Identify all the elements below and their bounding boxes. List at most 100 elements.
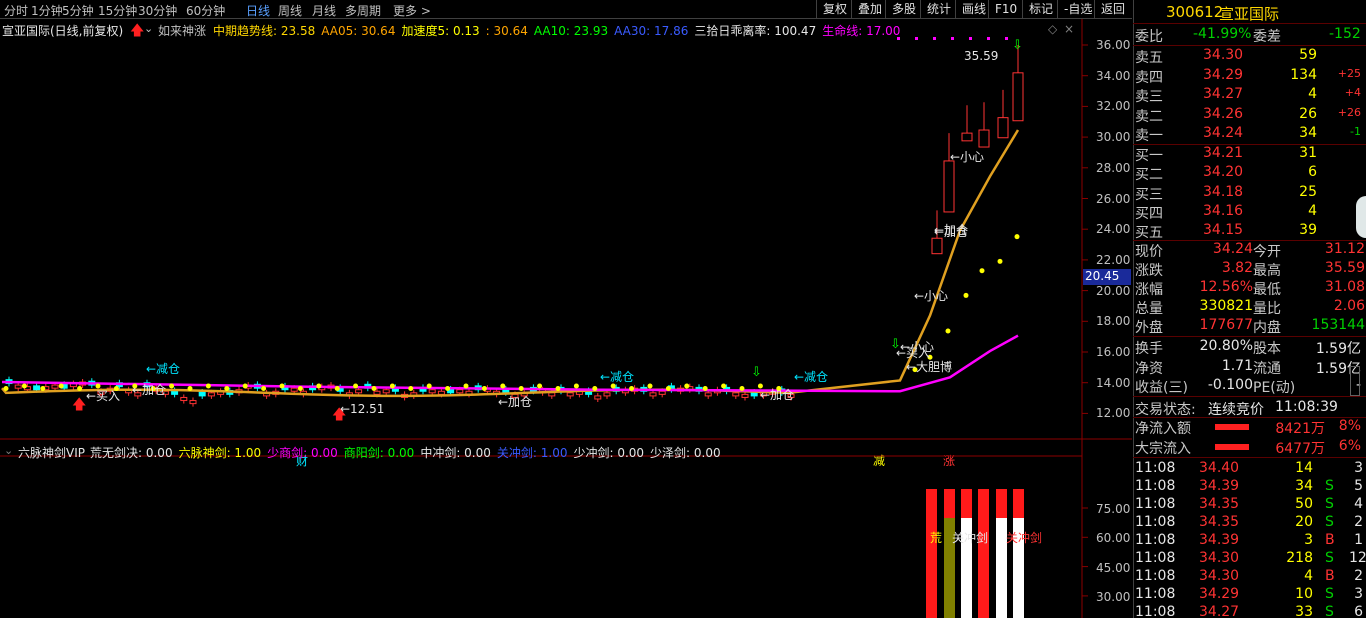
- indicator-value: 中期趋势线: 23.58: [213, 24, 316, 38]
- stat-row: 总量 330821 量比 2.06: [1135, 298, 1365, 317]
- period-6[interactable]: 日线: [246, 2, 270, 19]
- indicator2-value: 少商剑: 0.00: [267, 446, 338, 460]
- period-3[interactable]: 15分钟: [98, 2, 137, 19]
- side-scrollbar[interactable]: [1350, 366, 1360, 396]
- stat-value: 2.06: [1333, 298, 1365, 314]
- low-price-label: ←12.51: [340, 402, 384, 416]
- diamond-icon[interactable]: ◇: [1048, 22, 1057, 36]
- stat-label: 最高: [1253, 263, 1281, 279]
- side-scroll-handle[interactable]: [1356, 196, 1366, 238]
- chevron-down-icon[interactable]: ⌄: [144, 22, 153, 35]
- signal-dot: [187, 385, 193, 391]
- toolbar-button-5[interactable]: F10: [988, 0, 1023, 19]
- toolbar-button-2[interactable]: 多股: [885, 0, 922, 19]
- tick-time: 11:08: [1135, 514, 1176, 530]
- flow-pct: 6%: [1338, 437, 1361, 454]
- tick-price: 34.39: [1199, 532, 1240, 548]
- toolbar-button-4[interactable]: 画线: [955, 0, 992, 19]
- signal-dot: [3, 385, 9, 391]
- stat-label: 现价: [1135, 244, 1163, 260]
- period-7[interactable]: 周线: [278, 2, 302, 19]
- candle: [456, 389, 464, 394]
- tick-side: B: [1325, 532, 1335, 548]
- signal-dot: [297, 385, 303, 391]
- period-8[interactable]: 月线: [312, 2, 336, 19]
- stat-label: 外盘: [1135, 320, 1163, 336]
- bid-vol: 39: [1299, 222, 1317, 239]
- tick-row: 11:08 34.29 10 S 3: [1135, 586, 1365, 604]
- signal-dot: [21, 383, 27, 389]
- price-tick: 32.00: [1096, 99, 1131, 114]
- bid-price: 34.20: [1203, 164, 1244, 181]
- period-1[interactable]: 1分钟: [31, 2, 63, 19]
- bid-label: 买四: [1135, 205, 1163, 222]
- signal-dot: [739, 385, 745, 391]
- ask-row: 卖三 34.27 4 +4: [1135, 86, 1365, 105]
- flow-label: 大宗流入: [1135, 440, 1191, 457]
- ask-label: 卖三: [1135, 89, 1163, 105]
- stat-label: 最低: [1253, 282, 1281, 298]
- stat-value: 35.59: [1324, 260, 1365, 276]
- stat-row: 外盘 177677 内盘 153144: [1135, 317, 1365, 336]
- ask-label: 卖一: [1135, 128, 1163, 144]
- signal-dot: [945, 328, 951, 334]
- toolbar-button-0[interactable]: 复权: [816, 0, 853, 19]
- period-2[interactable]: 5分钟: [62, 2, 94, 19]
- ask-change: -1: [1350, 125, 1361, 138]
- ask-price: 34.24: [1203, 125, 1244, 141]
- price-tick: 28.00: [1096, 160, 1131, 175]
- candle: [180, 396, 188, 402]
- candle: [33, 385, 41, 391]
- indicator2-value: 六脉神剑: 1.00: [178, 446, 262, 460]
- period-10[interactable]: 更多 >: [393, 2, 431, 19]
- tick-time: 11:08: [1135, 604, 1176, 618]
- toolbar-button-3[interactable]: 统计: [920, 0, 957, 19]
- candle: [649, 392, 657, 397]
- ask-change: +4: [1344, 86, 1361, 99]
- candle: [732, 392, 740, 397]
- top-dot: [969, 37, 972, 40]
- period-5[interactable]: 60分钟: [186, 2, 225, 19]
- candle: [548, 392, 556, 397]
- toolbar-button-1[interactable]: 叠加: [851, 0, 888, 19]
- bid-vol: 4: [1308, 202, 1317, 219]
- formula-name[interactable]: 如来神涨: [158, 22, 206, 39]
- stat-label: 内盘: [1253, 320, 1281, 336]
- signal-dot: [371, 385, 377, 391]
- stock-name: 宣亚国际: [1219, 5, 1280, 23]
- period-4[interactable]: 30分钟: [138, 2, 177, 19]
- sub-tick: 30.00: [1096, 589, 1131, 604]
- period-0[interactable]: 分时: [4, 2, 28, 19]
- signal-dot: [481, 385, 487, 391]
- indicator2-name[interactable]: 六脉神剑VIP: [18, 444, 85, 461]
- quote-title: 300612 宣亚国际: [1133, 0, 1366, 24]
- sword-bar: [978, 489, 989, 618]
- toolbar-button-6[interactable]: 标记: [1022, 0, 1059, 19]
- sword-label: 荒: [930, 531, 942, 545]
- indicator2-value: 关冲剑: 1.00: [496, 446, 568, 460]
- chevron-down-icon[interactable]: ⌄: [4, 444, 13, 457]
- stat-value: 34.24: [1212, 241, 1253, 257]
- signal-label: ←加仓: [498, 395, 532, 409]
- bid-label: 买一: [1135, 148, 1163, 164]
- tick-vol: 34: [1295, 478, 1313, 494]
- signal-dot: [224, 385, 230, 391]
- fund-value: 1.59亿: [1315, 341, 1361, 357]
- indicator-values: 中期趋势线: 23.58 AA05: 30.64 加速度5: 0.13: 30.64…: [213, 22, 906, 39]
- toolbar-button-7[interactable]: -自选: [1057, 0, 1098, 19]
- period-9[interactable]: 多周期: [345, 2, 381, 19]
- stat-row: 现价 34.24 今开 31.12: [1135, 241, 1365, 260]
- kline-chart[interactable]: 35.59←12.51←减仓←买入 ←加仓←减仓←加仓←减仓←加仓←加仓←小心←小…: [0, 19, 1132, 618]
- bid-row: 买二 34.20 6: [1135, 164, 1365, 183]
- toolbar-button-8[interactable]: 返回: [1094, 0, 1131, 19]
- signal-dot: [261, 385, 267, 391]
- ask-vol: 26: [1299, 105, 1317, 122]
- signal-dot: [500, 383, 506, 389]
- tick-vol: 20: [1295, 514, 1313, 530]
- trade-state-row: 交易状态: 连续竞价 11:08:39: [1135, 399, 1338, 418]
- ask-row: 卖五 34.30 59: [1135, 47, 1365, 66]
- close-icon[interactable]: ×: [1064, 22, 1074, 36]
- tick-row: 11:08 34.30 4 B 2: [1135, 568, 1365, 586]
- webi-row: 委比 -41.99% 委差 -152: [1135, 26, 1361, 45]
- signal-label: ←减仓: [600, 370, 634, 384]
